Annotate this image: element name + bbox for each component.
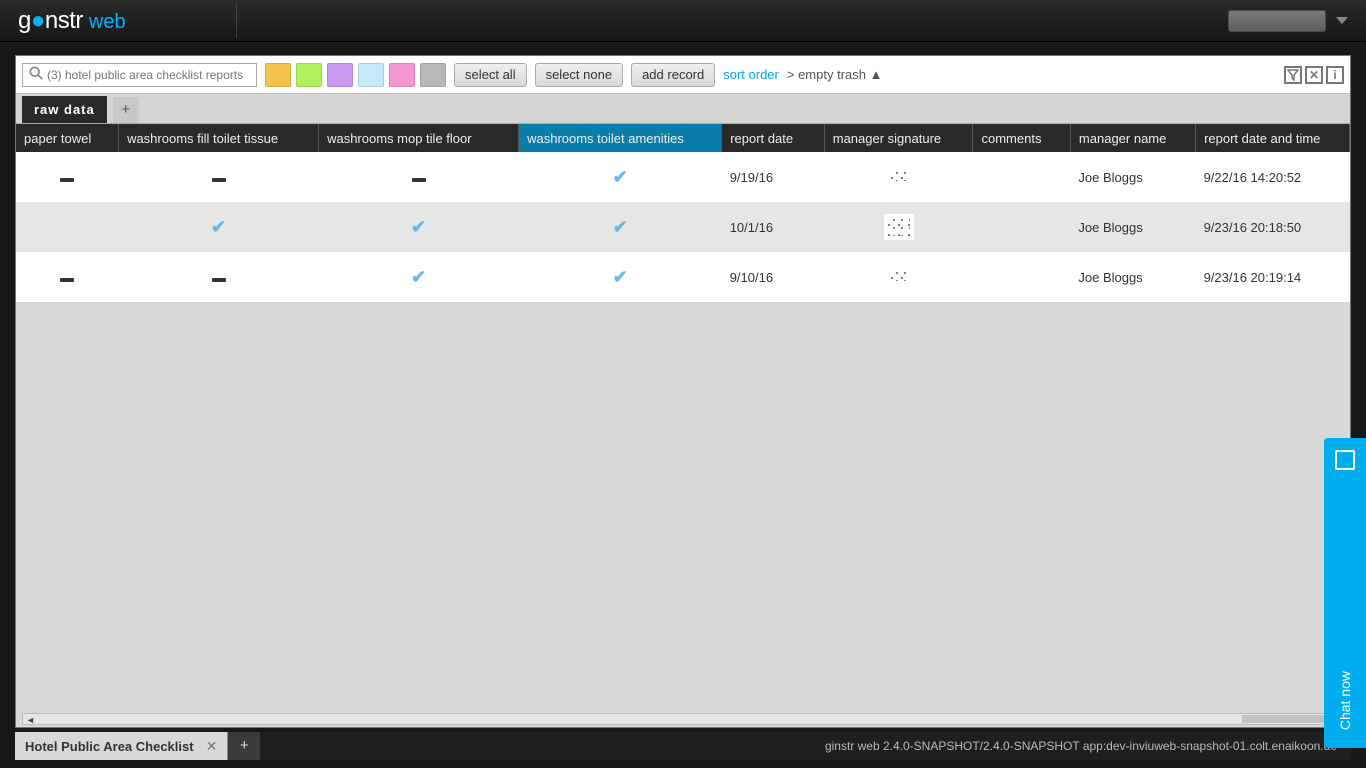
add-workspace-button[interactable]: + bbox=[228, 732, 260, 760]
footer-bar: Hotel Public Area Checklist ✕ + ginstr w… bbox=[15, 732, 1351, 760]
sort-order-link[interactable]: sort order bbox=[723, 67, 779, 82]
color-swatches bbox=[265, 63, 446, 87]
check-icon: ✔ bbox=[613, 217, 628, 237]
column-header[interactable]: report date and time bbox=[1196, 124, 1350, 152]
sheet-tabs: raw data + bbox=[16, 94, 1350, 124]
empty-trash-link[interactable]: > empty trash ▲ bbox=[787, 67, 883, 82]
table-row[interactable]: ✔✔9/10/16Joe Bloggs9/23/16 20:19:14 bbox=[16, 252, 1350, 302]
tab-raw-data[interactable]: raw data bbox=[22, 96, 107, 123]
search-input[interactable] bbox=[47, 68, 250, 82]
add-sheet-button[interactable]: + bbox=[113, 97, 139, 123]
close-workspace-icon[interactable]: ✕ bbox=[206, 738, 218, 755]
chat-now-tab[interactable]: Chat now bbox=[1324, 438, 1366, 748]
add-record-button[interactable]: add record bbox=[631, 63, 715, 87]
version-label: ginstr web 2.4.0-SNAPSHOT/2.4.0-SNAPSHOT… bbox=[825, 739, 1351, 753]
color-swatch[interactable] bbox=[296, 63, 322, 87]
column-header[interactable]: washrooms toilet amenities bbox=[519, 124, 722, 152]
dash-icon bbox=[60, 178, 74, 182]
info-icon[interactable]: i bbox=[1326, 66, 1344, 84]
signature-thumb[interactable] bbox=[887, 267, 911, 285]
workspace: select all select none add record sort o… bbox=[15, 55, 1351, 728]
table-row[interactable]: ✔✔✔10/1/16Joe Bloggs9/23/16 20:18:50 bbox=[16, 202, 1350, 252]
chat-label: Chat now bbox=[1337, 671, 1353, 730]
table-row[interactable]: ✔9/19/16Joe Bloggs9/22/16 14:20:52 bbox=[16, 152, 1350, 202]
color-swatch[interactable] bbox=[389, 63, 415, 87]
column-header[interactable]: washrooms fill toilet tissue bbox=[119, 124, 319, 152]
color-swatch[interactable] bbox=[358, 63, 384, 87]
select-none-button[interactable]: select none bbox=[535, 63, 624, 87]
user-menu-button[interactable] bbox=[1228, 10, 1326, 32]
chat-icon bbox=[1335, 450, 1355, 470]
column-header[interactable]: manager name bbox=[1070, 124, 1195, 152]
check-icon: ✔ bbox=[613, 167, 628, 187]
brand-logo: g●nstr web bbox=[18, 7, 126, 35]
column-header[interactable]: report date bbox=[722, 124, 825, 152]
column-header[interactable]: paper towel bbox=[16, 124, 119, 152]
check-icon: ✔ bbox=[613, 267, 628, 287]
search-icon bbox=[29, 66, 43, 83]
grid-header-row: paper towelwashrooms fill toilet tissuew… bbox=[16, 124, 1350, 152]
signature-thumb[interactable] bbox=[884, 214, 914, 240]
workspace-tab[interactable]: Hotel Public Area Checklist ✕ bbox=[15, 732, 228, 760]
color-swatch[interactable] bbox=[420, 63, 446, 87]
dash-icon bbox=[60, 278, 74, 282]
color-swatch[interactable] bbox=[327, 63, 353, 87]
horizontal-scrollbar[interactable]: ◄ bbox=[22, 713, 1344, 725]
color-swatch[interactable] bbox=[265, 63, 291, 87]
search-input-wrap[interactable] bbox=[22, 63, 257, 87]
data-grid-wrap: paper towelwashrooms fill toilet tissuew… bbox=[16, 124, 1350, 713]
check-icon: ✔ bbox=[411, 217, 426, 237]
data-grid: paper towelwashrooms fill toilet tissuew… bbox=[16, 124, 1350, 302]
chevron-down-icon[interactable] bbox=[1336, 17, 1348, 24]
toolbar: select all select none add record sort o… bbox=[16, 56, 1350, 94]
filter-icon[interactable] bbox=[1284, 66, 1302, 84]
signature-thumb[interactable] bbox=[887, 167, 911, 185]
column-header[interactable]: manager signature bbox=[824, 124, 973, 152]
select-all-button[interactable]: select all bbox=[454, 63, 527, 87]
dash-icon bbox=[212, 178, 226, 182]
column-header[interactable]: washrooms mop tile floor bbox=[319, 124, 519, 152]
dash-icon bbox=[412, 178, 426, 182]
check-icon: ✔ bbox=[411, 267, 426, 287]
check-icon: ✔ bbox=[211, 217, 226, 237]
dash-icon bbox=[212, 278, 226, 282]
close-icon[interactable]: ✕ bbox=[1305, 66, 1323, 84]
topbar: g●nstr web bbox=[0, 0, 1366, 42]
workspace-tab-label: Hotel Public Area Checklist bbox=[25, 739, 194, 754]
column-header[interactable]: comments bbox=[973, 124, 1070, 152]
